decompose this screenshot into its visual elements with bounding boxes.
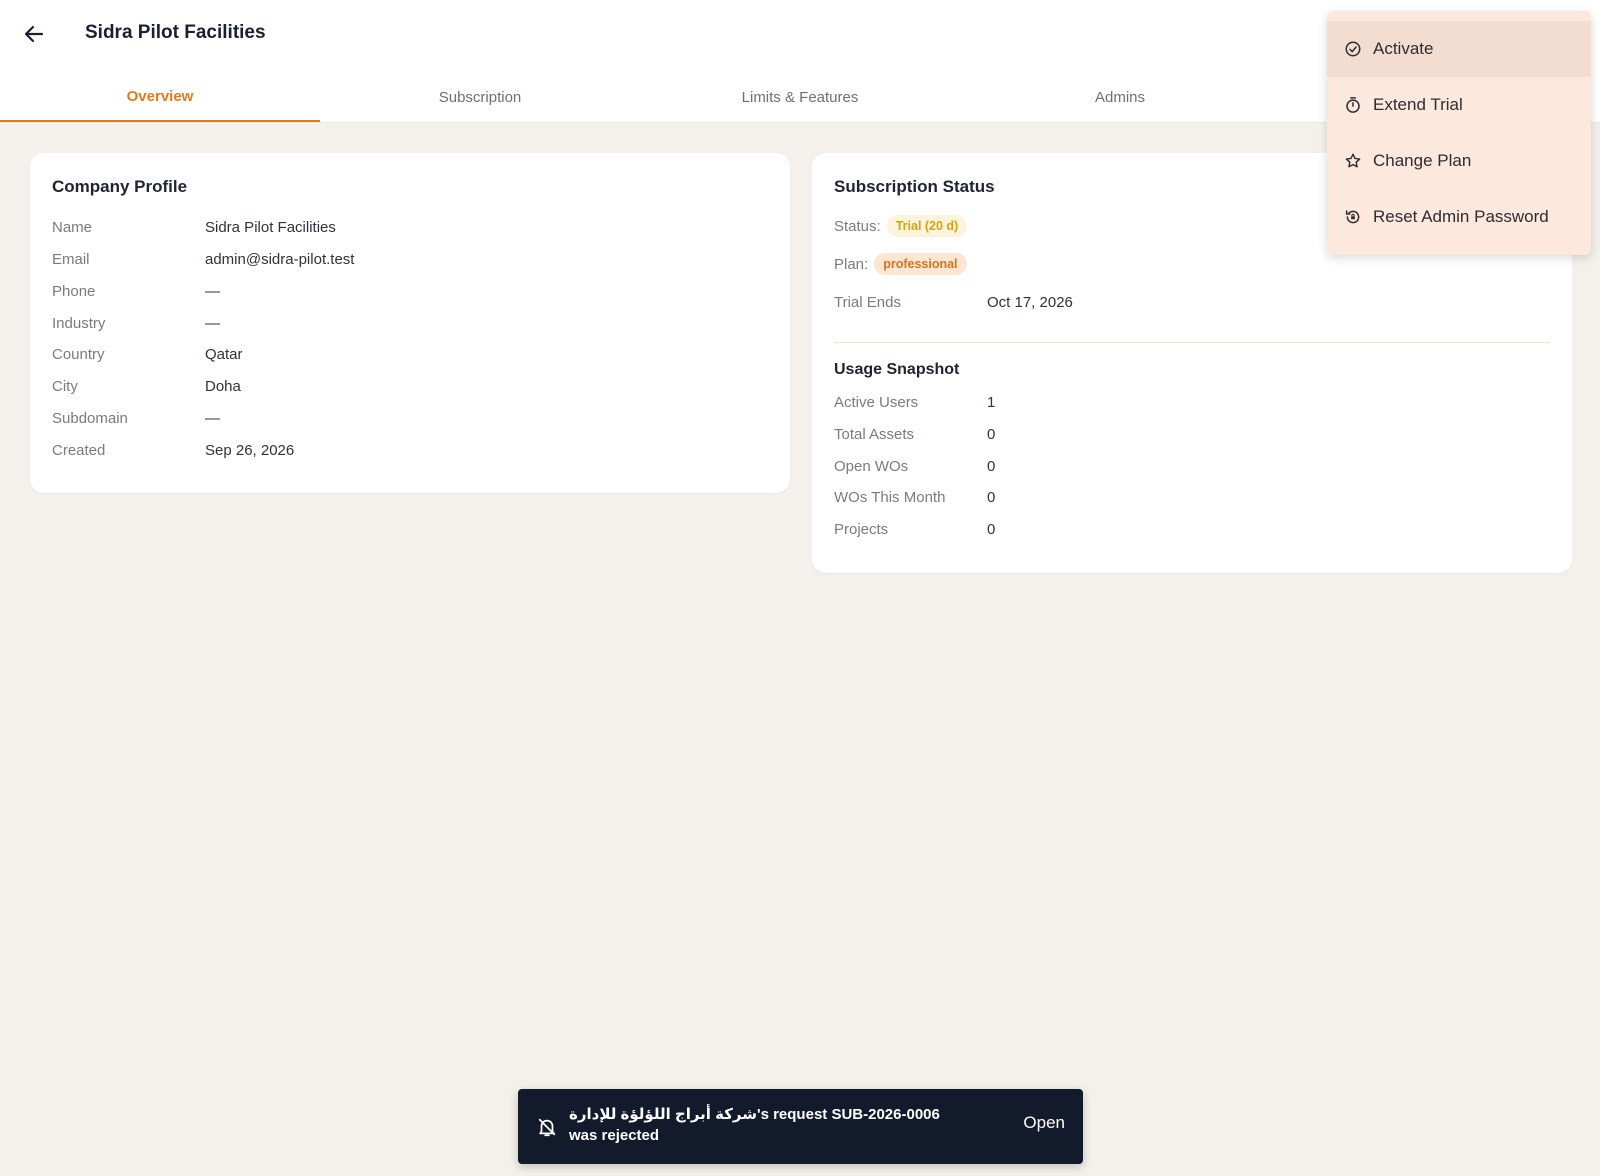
bell-off-icon — [536, 1116, 558, 1138]
toast-open-button[interactable]: Open — [1023, 1113, 1065, 1133]
profile-label: City — [52, 378, 78, 395]
profile-row-created: Created Sep 26, 2026 — [52, 442, 294, 459]
trial-ends-row: Trial Ends Oct 17, 2026 — [834, 294, 1073, 311]
usage-value: 0 — [987, 489, 996, 506]
usage-snapshot-title: Usage Snapshot — [834, 361, 960, 378]
profile-value: — — [205, 283, 220, 300]
plan-badge: professional — [874, 253, 967, 275]
menu-item-extend-trial[interactable]: Extend Trial — [1327, 77, 1591, 133]
usage-row-active-users: Active Users 1 — [834, 394, 995, 411]
page-title: Sidra Pilot Facilities — [85, 22, 266, 43]
profile-value: Sep 26, 2026 — [205, 442, 295, 459]
menu-item-label: Activate — [1373, 39, 1434, 58]
trial-ends-label: Trial Ends — [834, 294, 901, 311]
plan-label: Plan: — [834, 255, 869, 273]
status-badge: Trial (20 d) — [886, 215, 968, 237]
usage-label: Total Assets — [834, 426, 915, 443]
usage-row-open-wos: Open WOs 0 — [834, 458, 995, 475]
profile-label: Name — [52, 219, 93, 236]
profile-value: admin@sidra-pilot.test — [205, 251, 355, 268]
profile-value: Sidra Pilot Facilities — [205, 219, 336, 236]
profile-row-subdomain: Subdomain — — [52, 410, 220, 427]
usage-row-wos-this-month: WOs This Month 0 — [834, 489, 995, 506]
check-circle-icon — [1343, 39, 1363, 59]
company-profile-title: Company Profile — [52, 177, 188, 196]
profile-row-city: City Doha — [52, 378, 241, 395]
star-icon — [1343, 151, 1363, 171]
profile-row-industry: Industry — — [52, 315, 220, 332]
tab-admins[interactable]: Admins — [960, 72, 1280, 122]
status-row: Status: Trial (20 d) — [834, 215, 968, 237]
usage-row-projects: Projects 0 — [834, 521, 995, 538]
usage-label: Active Users — [834, 394, 919, 411]
subscription-status-title: Subscription Status — [834, 177, 995, 196]
profile-row-name: Name Sidra Pilot Facilities — [52, 219, 336, 236]
usage-label: WOs This Month — [834, 489, 946, 506]
usage-row-total-assets: Total Assets 0 — [834, 426, 995, 443]
menu-item-activate[interactable]: Activate — [1327, 21, 1591, 77]
profile-label: Industry — [52, 315, 106, 332]
profile-label: Subdomain — [52, 410, 128, 427]
usage-value: 1 — [987, 394, 996, 411]
tab-subscription[interactable]: Subscription — [320, 72, 640, 122]
trial-ends-value: Oct 17, 2026 — [987, 294, 1073, 311]
profile-value: Qatar — [205, 346, 243, 363]
profile-value: Doha — [205, 378, 241, 395]
toast-message: شركة أبراج اللؤلؤة للإدارة's request SUB… — [569, 1106, 940, 1144]
profile-row-email: Email admin@sidra-pilot.test — [52, 251, 354, 268]
menu-item-label: Extend Trial — [1373, 95, 1463, 114]
profile-value: — — [205, 315, 220, 332]
tab-bar: Overview Subscription Limits & Features … — [0, 72, 1280, 122]
profile-label: Email — [52, 251, 90, 268]
plan-row: Plan: professional — [834, 253, 967, 275]
usage-label: Projects — [834, 521, 889, 538]
profile-label: Country — [52, 346, 105, 363]
usage-value: 0 — [987, 458, 996, 475]
usage-value: 0 — [987, 426, 996, 443]
profile-row-country: Country Qatar — [52, 346, 243, 363]
arrow-left-icon — [24, 25, 44, 43]
actions-menu: Activate Extend Trial Change Plan Reset … — [1327, 11, 1591, 255]
status-label: Status: — [834, 217, 881, 235]
timer-icon — [1343, 95, 1363, 115]
profile-row-phone: Phone — — [52, 283, 220, 300]
menu-item-label: Reset Admin Password — [1373, 207, 1549, 226]
menu-item-change-plan[interactable]: Change Plan — [1327, 133, 1591, 189]
profile-label: Created — [52, 442, 106, 459]
profile-value: — — [205, 410, 220, 427]
menu-item-label: Change Plan — [1373, 151, 1472, 170]
lock-reset-icon — [1343, 207, 1363, 227]
usage-label: Open WOs — [834, 458, 909, 475]
back-button[interactable] — [18, 18, 50, 50]
profile-label: Phone — [52, 283, 96, 300]
notification-toast: شركة أبراج اللؤلؤة للإدارة's request SUB… — [518, 1089, 1083, 1164]
usage-value: 0 — [987, 521, 996, 538]
tab-limits-features[interactable]: Limits & Features — [640, 72, 960, 122]
company-profile-card: Company Profile Name Sidra Pilot Facilit… — [30, 153, 790, 493]
menu-item-reset-admin-password[interactable]: Reset Admin Password — [1327, 189, 1591, 245]
tab-overview[interactable]: Overview — [0, 72, 320, 122]
section-divider — [834, 342, 1550, 343]
